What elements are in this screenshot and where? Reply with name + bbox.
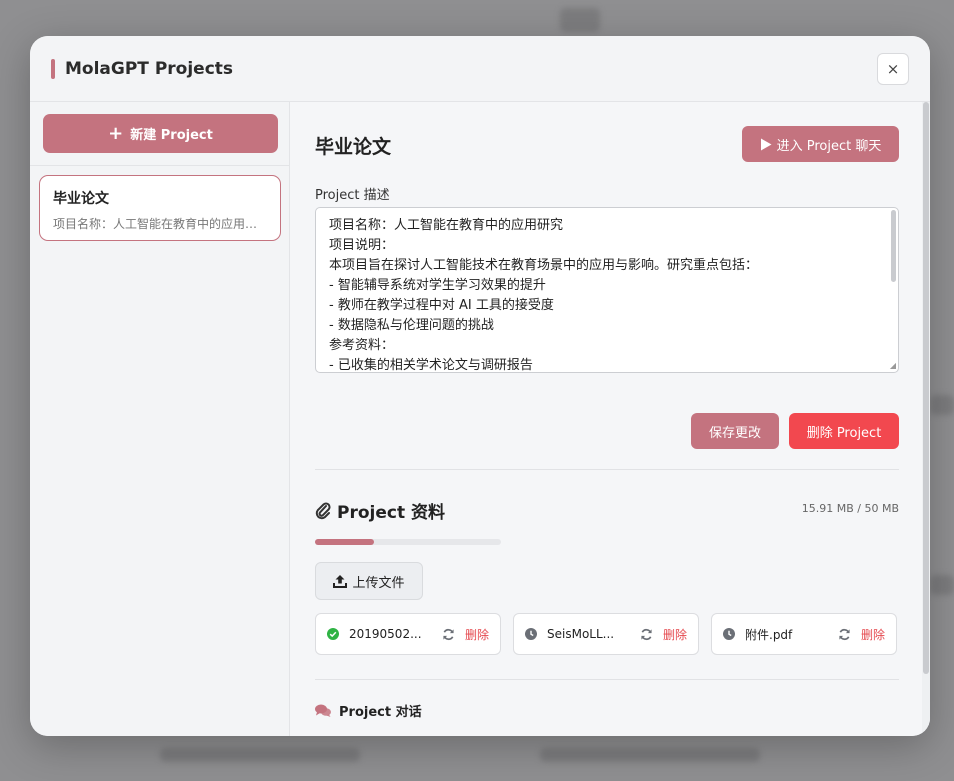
description-line: - 教师在教学过程中对 AI 工具的接受度 [329, 298, 554, 313]
file-name: 附件.pdf [745, 627, 793, 642]
enter-project-chat-button[interactable]: 进入 Project 聊天 [742, 126, 899, 162]
file-card[interactable]: 20190502... 删除 [315, 613, 501, 655]
storage-progress [315, 539, 501, 545]
file-delete-button[interactable]: 删除 [663, 626, 687, 643]
project-title: 毕业论文 [315, 136, 392, 158]
upload-icon [333, 575, 348, 588]
project-item-title: 毕业论文 [53, 191, 109, 207]
check-circle-icon [327, 628, 339, 640]
background-blob [560, 8, 600, 32]
close-button[interactable]: × [877, 53, 909, 85]
paperclip-icon [315, 501, 331, 519]
plus-icon: + [108, 123, 124, 144]
save-changes-button[interactable]: 保存更改 [691, 413, 779, 449]
project-list-item[interactable]: 毕业论文 项目名称：人工智能在教育中的应用研究 [39, 175, 281, 241]
file-card[interactable]: SeisMoLL... 删除 [513, 613, 699, 655]
description-line: 项目说明： [329, 238, 395, 253]
description-label: Project 描述 [315, 188, 390, 203]
file-delete-button[interactable]: 删除 [861, 626, 885, 643]
storage-usage: 15.91 MB / 50 MB [801, 502, 899, 515]
upload-file-button[interactable]: 上传文件 [315, 562, 423, 600]
project-sidebar: + 新建 Project 毕业论文 项目名称：人工智能在教育中的应用研究 [30, 102, 290, 736]
main-scrollbar-thumb[interactable] [923, 102, 929, 674]
description-textarea[interactable]: 项目名称：人工智能在教育中的应用研究 项目说明： 本项目旨在探讨人工智能技术在教… [315, 207, 899, 373]
refresh-icon[interactable] [442, 628, 455, 641]
clock-icon [525, 628, 537, 640]
main-scrollbar[interactable] [922, 102, 930, 736]
project-item-desc: 项目名称：人工智能在教育中的应用研究 [53, 217, 267, 231]
close-icon: × [886, 60, 900, 78]
delete-project-button[interactable]: 删除 Project [789, 413, 899, 449]
refresh-icon[interactable] [838, 628, 851, 641]
section-divider [315, 679, 899, 680]
section-divider [315, 469, 899, 470]
background-blob [930, 395, 954, 415]
background-blob [160, 748, 360, 762]
files-section-title: Project 资料 [315, 498, 445, 523]
play-icon [760, 138, 772, 150]
background-blob [540, 748, 760, 762]
description-line: - 智能辅导系统对学生学习效果的提升 [329, 278, 546, 293]
storage-progress-fill [315, 539, 375, 545]
projects-modal: MolaGPT Projects × + 新建 Project 毕业论文 项目名… [30, 36, 930, 736]
modal-title: MolaGPT Projects [65, 58, 234, 79]
upload-label: 上传文件 [352, 575, 405, 591]
refresh-icon[interactable] [640, 628, 653, 641]
file-card[interactable]: 附件.pdf 删除 [711, 613, 897, 655]
textarea-scrollbar-thumb[interactable] [891, 210, 896, 282]
modal-header: MolaGPT Projects × [30, 36, 930, 102]
chats-title-text: Project 对话 [339, 705, 422, 720]
file-name: SeisMoLL... [547, 627, 615, 641]
background-blob [930, 575, 954, 595]
description-line: - 数据隐私与伦理问题的挑战 [329, 318, 494, 333]
enter-chat-label: 进入 Project 聊天 [776, 138, 882, 154]
resize-grip-icon[interactable]: ◢ [890, 361, 896, 370]
description-line: 项目名称：人工智能在教育中的应用研究 [329, 218, 564, 233]
chats-section-title: Project 对话 [315, 701, 422, 720]
new-project-button[interactable]: + 新建 Project [43, 114, 278, 153]
file-delete-button[interactable]: 删除 [465, 626, 489, 643]
files-title-text: Project 资料 [337, 503, 446, 523]
file-name: 20190502... [349, 627, 422, 641]
new-project-label: 新建 Project [130, 128, 213, 143]
project-detail: 毕业论文 进入 Project 聊天 Project 描述 项目名称：人工智能在… [291, 102, 930, 736]
description-line: - 已收集的相关学术论文与调研报告 [329, 358, 533, 373]
clock-icon [723, 628, 735, 640]
sidebar-top: + 新建 Project [30, 102, 289, 166]
title-accent-bar [51, 58, 55, 79]
description-line: 参考资料： [329, 338, 395, 353]
comments-icon [315, 704, 331, 717]
description-line: 本项目旨在探讨人工智能技术在教育场景中的应用与影响。研究重点包括： [329, 258, 759, 273]
